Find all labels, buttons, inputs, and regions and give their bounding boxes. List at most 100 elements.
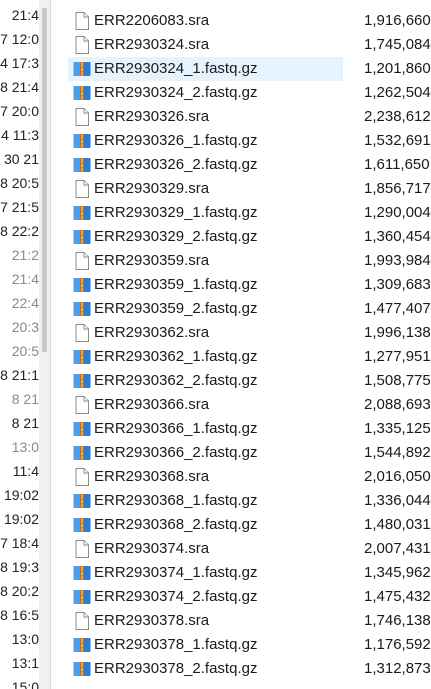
file-name: ERR2930366.sra (94, 396, 210, 413)
file-size: 1,345,962 (364, 564, 431, 581)
archive-file-icon (72, 419, 92, 439)
archive-file-icon (72, 275, 92, 295)
archive-file-icon (72, 59, 92, 79)
date-modified-cell: 20:3 (11, 319, 39, 335)
date-modified-cell: 8 20:2 (0, 583, 39, 599)
blank-file-icon (72, 251, 92, 271)
date-modified-cell: 8 16:5 (0, 607, 39, 623)
left-pane-scrollbar-thumb[interactable] (42, 8, 47, 352)
file-row[interactable]: ERR2930329_1.fastq.gz 1,290,004 (65, 201, 431, 225)
date-modified-cell: 8 21 (11, 415, 39, 431)
file-row[interactable]: ERR2930359_1.fastq.gz 1,309,683 (65, 273, 431, 297)
file-row[interactable]: ERR2930359.sra 1,993,984 (65, 249, 431, 273)
date-modified-cell: 13:1 (11, 655, 39, 671)
file-name: ERR2930326_1.fastq.gz (94, 132, 258, 149)
date-modified-cell: 4 17:3 (0, 55, 39, 71)
file-size: 1,176,592 (364, 636, 431, 653)
file-row[interactable]: ERR2930326.sra 2,238,612 (65, 105, 431, 129)
file-row[interactable]: ERR2930374.sra 2,007,431 (65, 537, 431, 561)
file-size: 1,993,984 (364, 252, 431, 269)
file-size: 1,508,775 (364, 372, 431, 389)
file-name: ERR2930359_1.fastq.gz (94, 276, 258, 293)
archive-file-icon (72, 371, 92, 391)
file-row[interactable]: ERR2930368_1.fastq.gz 1,336,044 (65, 489, 431, 513)
archive-file-icon (72, 563, 92, 583)
file-name: ERR2930374_2.fastq.gz (94, 588, 258, 605)
archive-file-icon (72, 659, 92, 679)
file-row[interactable]: ERR2930324.sra 1,745,084 (65, 33, 431, 57)
blank-file-icon (72, 179, 92, 199)
file-row[interactable]: ERR2930368.sra 2,016,050 (65, 465, 431, 489)
file-row[interactable]: ERR2930362.sra 1,996,138 (65, 321, 431, 345)
file-name: ERR2930378.sra (94, 612, 210, 629)
archive-file-icon (72, 227, 92, 247)
date-modified-cell: 7 12:0 (0, 31, 39, 47)
file-row[interactable]: ERR2930359_2.fastq.gz 1,477,407 (65, 297, 431, 321)
file-row[interactable]: ERR2930326_2.fastq.gz 1,611,650 (65, 153, 431, 177)
date-modified-cell: 22:4 (11, 295, 39, 311)
file-row[interactable]: ERR2930324_1.fastq.gz 1,201,860 (65, 57, 431, 81)
blank-file-icon (72, 611, 92, 631)
file-name: ERR2930329_2.fastq.gz (94, 228, 258, 245)
date-modified-cell: 11:4 (12, 463, 39, 479)
file-row[interactable]: ERR2930362_1.fastq.gz 1,277,951 (65, 345, 431, 369)
blank-file-icon (72, 11, 92, 31)
date-modified-cell: 30 21 (3, 151, 39, 167)
file-row[interactable]: ERR2930326_1.fastq.gz 1,532,691 (65, 129, 431, 153)
file-size: 1,335,125 (364, 420, 431, 437)
file-row[interactable]: ERR2930366_2.fastq.gz 1,544,892 (65, 441, 431, 465)
file-name: ERR2930329_1.fastq.gz (94, 204, 258, 221)
file-name: ERR2930359.sra (94, 252, 210, 269)
archive-file-icon (72, 299, 92, 319)
file-name: ERR2930374.sra (94, 540, 210, 557)
file-row[interactable]: ERR2930329.sra 1,856,717 (65, 177, 431, 201)
file-row[interactable]: ERR2930378_1.fastq.gz 1,176,592 (65, 633, 431, 657)
file-row[interactable]: ERR2930374_1.fastq.gz 1,345,962 (65, 561, 431, 585)
file-name: ERR2930324_1.fastq.gz (94, 60, 258, 77)
file-list: ERR2206083.sra 1,916,660 ERR2930324.sra 1,… (65, 0, 431, 689)
file-name: ERR2930366_1.fastq.gz (94, 420, 258, 437)
file-row[interactable]: ERR2930378_2.fastq.gz 1,312,873 (65, 657, 431, 681)
file-name: ERR2930359_2.fastq.gz (94, 300, 258, 317)
date-modified-cell: 21:4 (11, 7, 39, 23)
date-modified-cell: 15:0 (11, 679, 39, 689)
file-row[interactable]: ERR2930374_2.fastq.gz 1,475,432 (65, 585, 431, 609)
file-size: 1,746,138 (364, 612, 431, 629)
file-size: 2,088,693 (364, 396, 431, 413)
date-modified-cell: 8 19:3 (0, 559, 39, 575)
file-size: 1,277,951 (364, 348, 431, 365)
file-size: 1,856,717 (364, 180, 431, 197)
date-modified-cell: 19:02 (3, 511, 39, 527)
file-name: ERR2930362_2.fastq.gz (94, 372, 258, 389)
date-modified-cell: 21:4 (11, 271, 39, 287)
archive-file-icon (72, 515, 92, 535)
file-name: ERR2930324_2.fastq.gz (94, 84, 258, 101)
blank-file-icon (72, 395, 92, 415)
file-row[interactable]: ERR2930368_2.fastq.gz 1,480,031 (65, 513, 431, 537)
file-row[interactable]: ERR2930366_1.fastq.gz 1,335,125 (65, 417, 431, 441)
blank-file-icon (72, 107, 92, 127)
file-name: ERR2930362.sra (94, 324, 210, 341)
file-size: 1,312,873 (364, 660, 431, 677)
file-row[interactable]: ERR2206083.sra 1,916,660 (65, 9, 431, 33)
file-name: ERR2930378_1.fastq.gz (94, 636, 258, 653)
file-size: 1,532,691 (364, 132, 431, 149)
file-row[interactable]: ERR2930362_2.fastq.gz 1,508,775 (65, 369, 431, 393)
file-row[interactable]: ERR2930329_2.fastq.gz 1,360,454 (65, 225, 431, 249)
file-size: 1,477,407 (364, 300, 431, 317)
file-name: ERR2930324.sra (94, 36, 210, 53)
file-row[interactable]: ERR2930366.sra 2,088,693 (65, 393, 431, 417)
date-modified-cell: 8 20:5 (0, 175, 39, 191)
file-name: ERR2930368.sra (94, 468, 210, 485)
file-name: ERR2930368_1.fastq.gz (94, 492, 258, 509)
file-row[interactable]: ERR2930324_2.fastq.gz 1,262,504 (65, 81, 431, 105)
blank-file-icon (72, 539, 92, 559)
blank-file-icon (72, 323, 92, 343)
file-name: ERR2930368_2.fastq.gz (94, 516, 258, 533)
file-size: 1,290,004 (364, 204, 431, 221)
file-row[interactable]: ERR2930378.sra 1,746,138 (65, 609, 431, 633)
archive-file-icon (72, 203, 92, 223)
date-modified-cell: 13:0 (11, 631, 39, 647)
file-size: 1,309,683 (364, 276, 431, 293)
date-modified-cell: 7 18:4 (0, 535, 39, 551)
